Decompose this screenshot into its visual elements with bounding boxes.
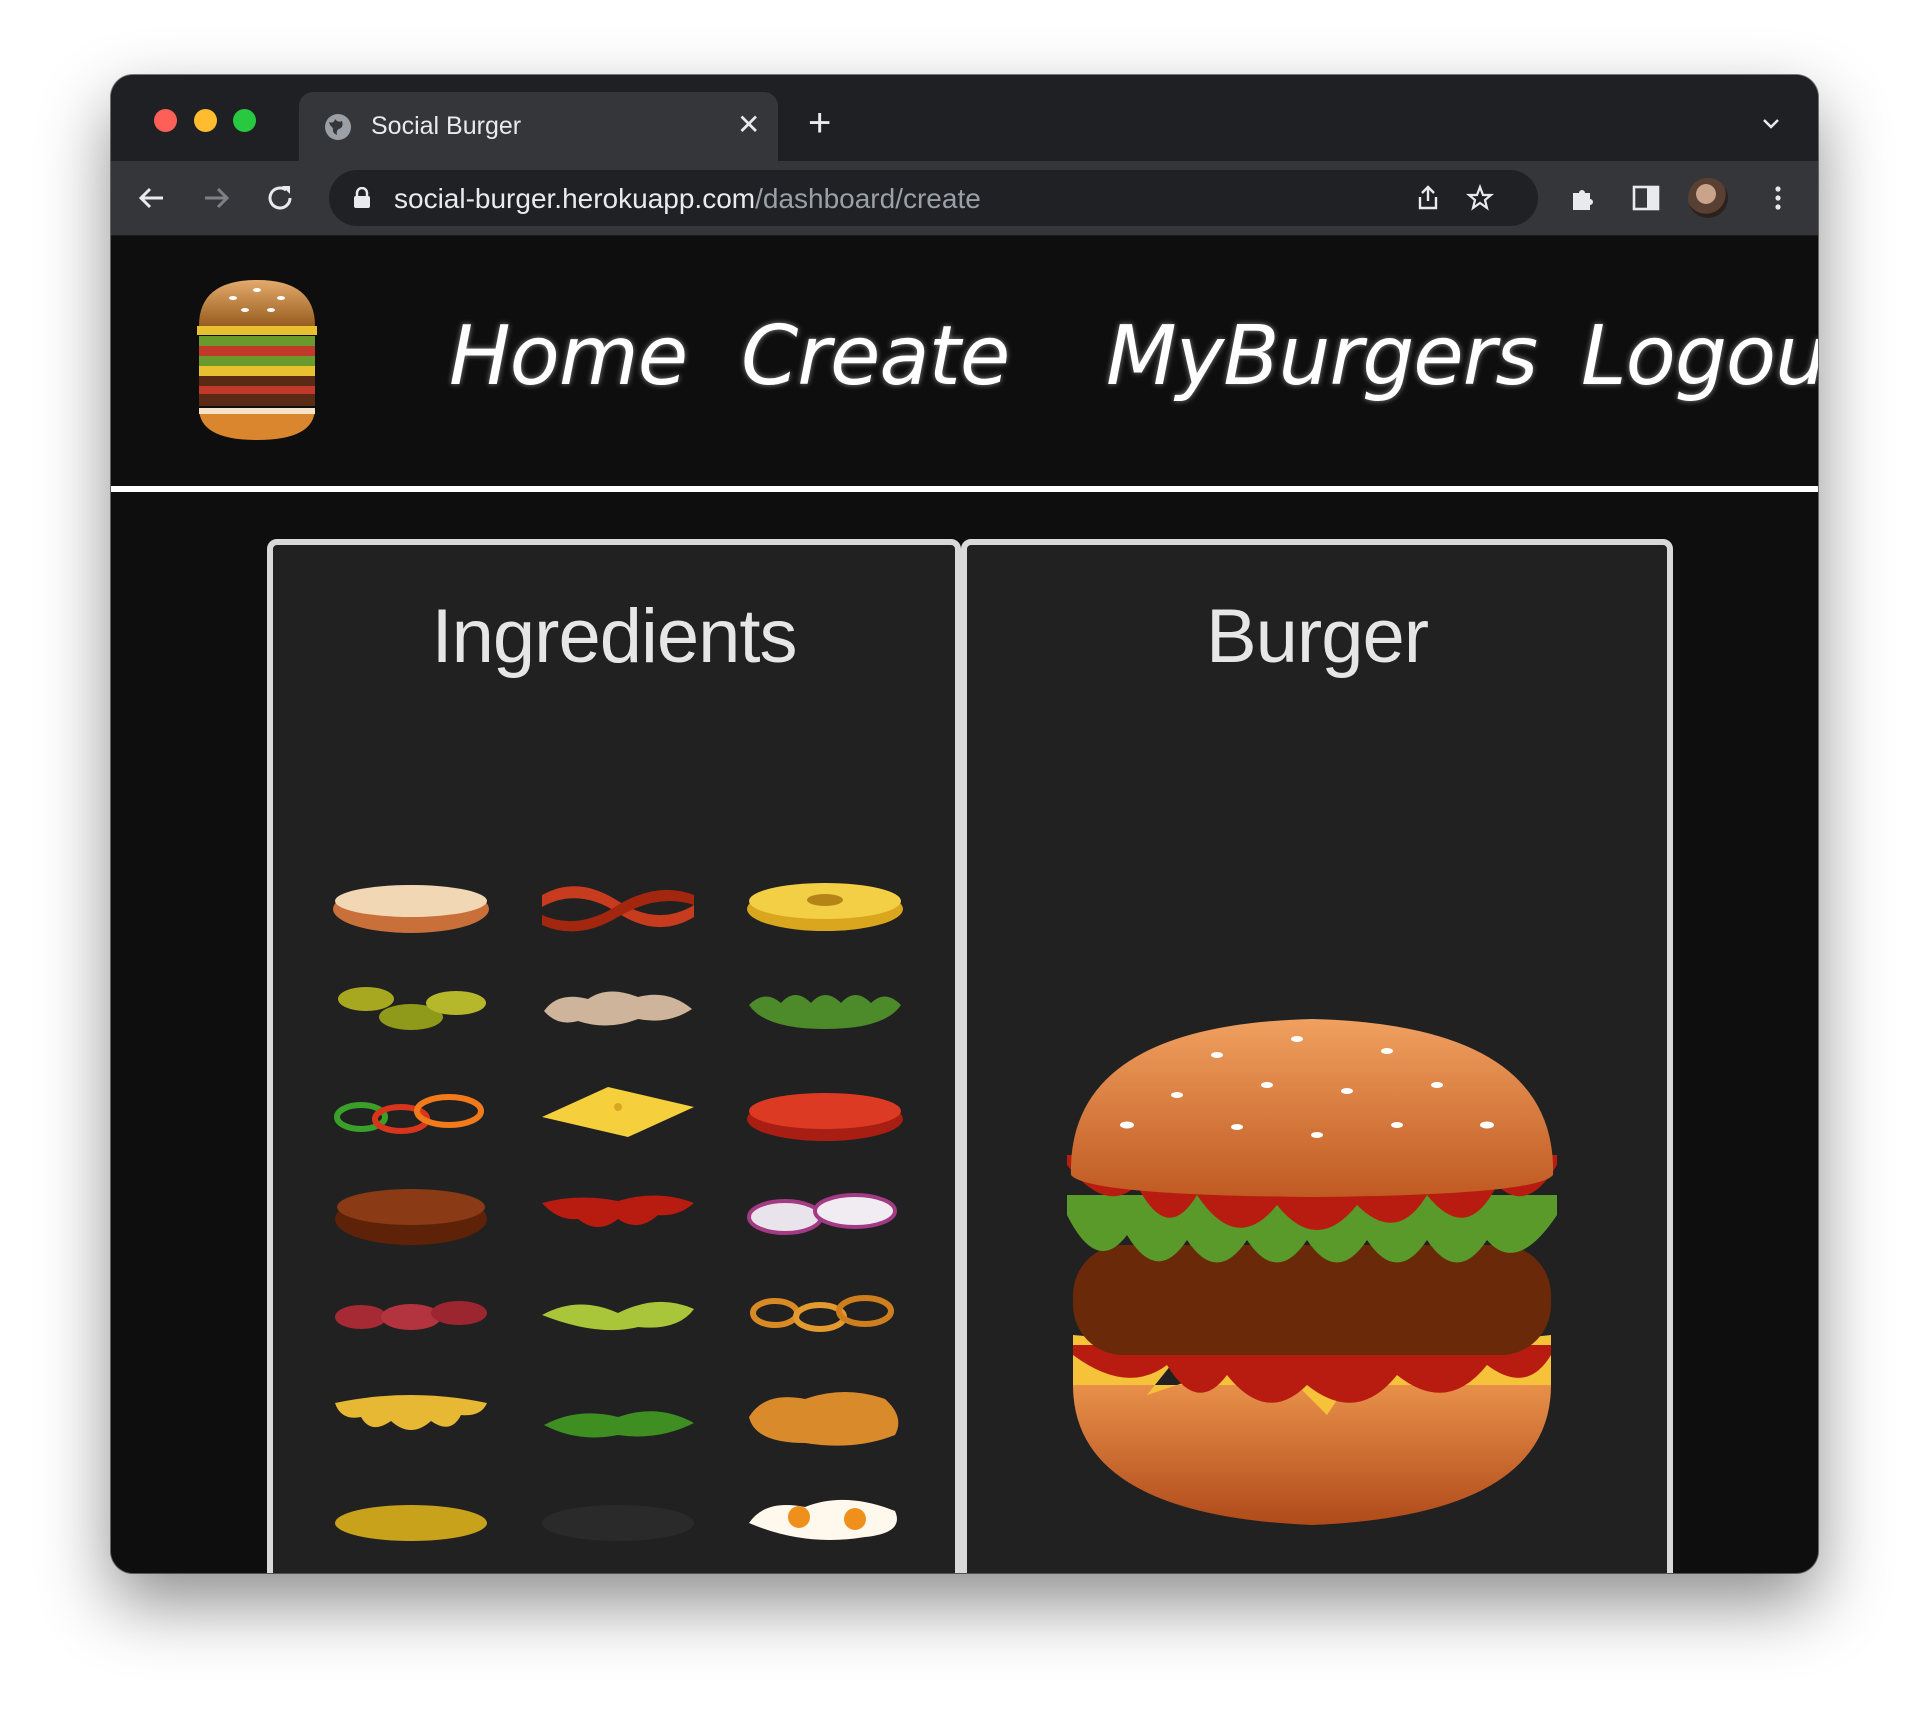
ingredient-cheese-slice[interactable] xyxy=(538,1073,698,1153)
profile-avatar[interactable] xyxy=(1688,178,1728,218)
ingredient-arugula[interactable] xyxy=(538,1377,698,1457)
browser-window: Social Burger ✕ + social-burger.herokuap… xyxy=(111,75,1818,1573)
nav-home-link[interactable]: Home xyxy=(449,316,688,398)
minimize-window-button[interactable] xyxy=(194,109,217,132)
ingredient-fried-chicken[interactable] xyxy=(745,1377,905,1457)
page-content: Home Create MyBurgers Logout Ingredients xyxy=(111,236,1818,1573)
ingredient-pickles[interactable] xyxy=(331,969,491,1049)
burger-panel: Burger xyxy=(961,539,1673,1573)
ingredient-mushrooms[interactable] xyxy=(538,969,698,1049)
ingredient-pineapple[interactable] xyxy=(745,865,905,945)
close-window-button[interactable] xyxy=(154,109,177,132)
nav-create-link[interactable]: Create xyxy=(741,316,1010,398)
forward-arrow-icon[interactable] xyxy=(199,181,233,215)
ingredient-avocado[interactable] xyxy=(538,1273,698,1353)
ingredient-fried-eggs[interactable] xyxy=(745,1481,905,1561)
back-arrow-icon[interactable] xyxy=(135,181,169,215)
ingredient-onion-rings[interactable] xyxy=(745,1273,905,1353)
burger-title: Burger xyxy=(1205,594,1429,679)
browser-tab[interactable]: Social Burger ✕ xyxy=(299,92,778,161)
burger-preview-image xyxy=(1067,1019,1557,1525)
tab-title: Social Burger xyxy=(371,112,522,140)
ingredient-ketchup[interactable] xyxy=(538,1173,698,1253)
ingredient-beef-patty[interactable] xyxy=(331,1173,491,1253)
tab-search-chevron-icon[interactable] xyxy=(1761,113,1781,133)
reload-icon[interactable] xyxy=(263,181,297,215)
globe-icon xyxy=(325,114,351,140)
more-menu-icon[interactable] xyxy=(1763,183,1793,213)
ingredient-olives[interactable] xyxy=(538,1481,698,1561)
ingredient-melted-cheese[interactable] xyxy=(331,1377,491,1457)
bookmark-star-icon[interactable] xyxy=(1466,184,1494,212)
ingredient-salami[interactable] xyxy=(331,1273,491,1353)
ingredient-corn[interactable] xyxy=(331,1481,491,1561)
nav-myburgers-link[interactable]: MyBurgers xyxy=(1106,316,1538,398)
site-header: Home Create MyBurgers Logout xyxy=(111,236,1818,492)
lock-icon xyxy=(354,187,370,208)
nav-logout-link[interactable]: Logout xyxy=(1581,316,1818,398)
ingredients-title: Ingredients xyxy=(431,594,797,679)
ingredients-panel: Ingredients xyxy=(267,539,961,1573)
social-burger-logo[interactable] xyxy=(193,276,321,444)
extensions-puzzle-icon[interactable] xyxy=(1568,183,1598,213)
side-panel-icon[interactable] xyxy=(1631,183,1661,213)
ingredient-bacon[interactable] xyxy=(538,865,698,945)
new-tab-icon[interactable]: + xyxy=(808,103,831,143)
close-tab-icon[interactable]: ✕ xyxy=(737,110,760,140)
ingredient-lettuce[interactable] xyxy=(745,969,905,1049)
url-host: social-burger.herokuapp.com xyxy=(394,183,756,214)
maximize-window-button[interactable] xyxy=(233,109,256,132)
ingredient-peppers[interactable] xyxy=(331,1073,491,1153)
url-text: social-burger.herokuapp.com/dashboard/cr… xyxy=(394,183,981,215)
browser-toolbar: social-burger.herokuapp.com/dashboard/cr… xyxy=(111,161,1818,236)
share-icon[interactable] xyxy=(1414,184,1442,212)
ingredient-onion[interactable] xyxy=(745,1173,905,1253)
url-path: /dashboard/create xyxy=(755,183,981,214)
ingredient-tomato[interactable] xyxy=(745,1073,905,1153)
tab-strip: Social Burger ✕ + xyxy=(111,75,1818,161)
ingredient-bun-bottom[interactable] xyxy=(331,865,491,945)
address-bar[interactable]: social-burger.herokuapp.com/dashboard/cr… xyxy=(329,170,1538,226)
